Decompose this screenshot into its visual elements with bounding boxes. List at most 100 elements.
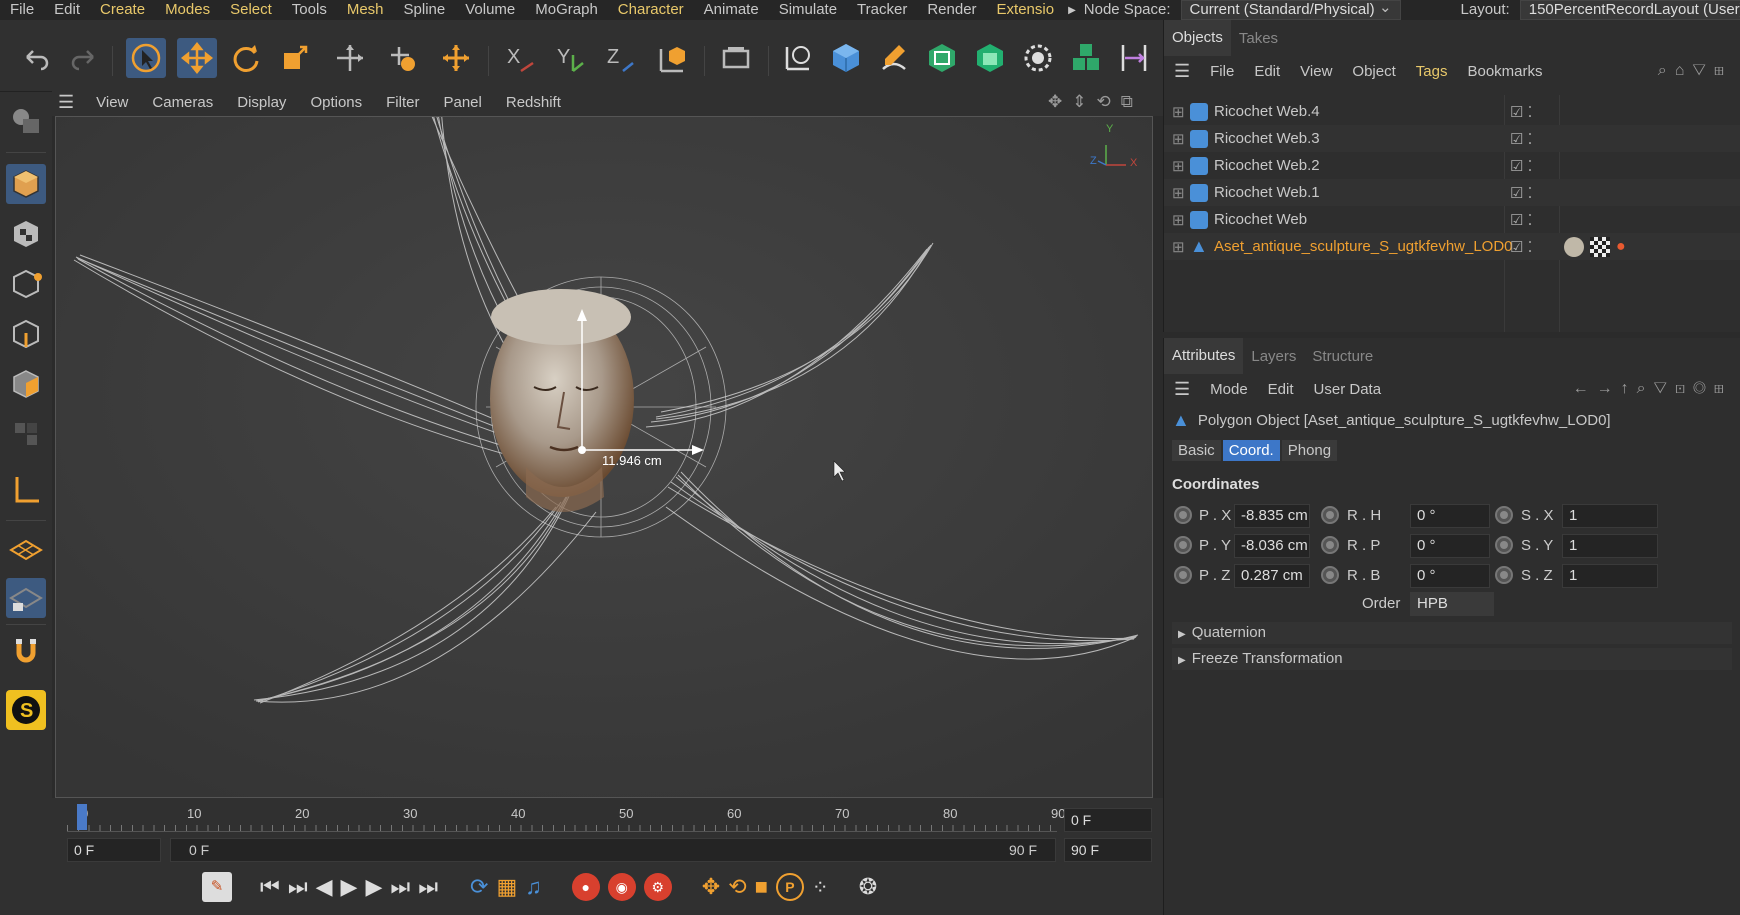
rp-field[interactable]: 0 ° (1410, 534, 1490, 558)
objects-menu-tags[interactable]: Tags (1406, 63, 1458, 80)
motion-system-icon[interactable]: ❂ (859, 874, 877, 900)
py-key-radio[interactable] (1174, 536, 1192, 554)
sx-field[interactable]: 1 (1562, 504, 1658, 528)
menu-file[interactable]: File (0, 0, 44, 20)
menu-volume[interactable]: Volume (455, 0, 525, 20)
snap-magnet-icon[interactable] (6, 632, 46, 672)
autokey-icon[interactable]: ◉ (607, 873, 636, 901)
object-row[interactable]: ⊞ Ricochet Web ☑ ⁚ (1164, 206, 1740, 233)
menu-create[interactable]: Create (90, 0, 155, 20)
sound-icon[interactable]: ♫ (525, 874, 542, 900)
world-axis-icon[interactable] (436, 38, 476, 78)
viewport-nav-icons[interactable]: ✥⇕⟲⧉ (1048, 92, 1143, 112)
play-icon[interactable]: ▶ (341, 874, 358, 900)
timeline-ruler[interactable]: 0 10 20 30 40 50 60 70 80 90 (67, 802, 1065, 832)
rb-field[interactable]: 0 ° (1410, 564, 1490, 588)
rh-key-radio[interactable] (1321, 506, 1339, 524)
transform-icon[interactable] (330, 38, 370, 78)
previous-frame-icon[interactable]: ◀ (316, 874, 333, 900)
subdivision-icon[interactable] (922, 38, 962, 78)
node-space-select[interactable]: Current (Standard/Physical) (1180, 0, 1401, 20)
objects-menu-view[interactable]: View (1290, 63, 1342, 80)
attributes-hamburger-icon[interactable]: ☰ (1164, 379, 1200, 400)
menu-modes[interactable]: Modes (155, 0, 220, 20)
quaternion-section[interactable]: ▶ Quaternion (1172, 622, 1732, 644)
viewport-menu-options[interactable]: Options (298, 94, 374, 111)
keyframe-tool-icon[interactable]: ✎ (202, 872, 232, 902)
go-to-start-icon[interactable]: ⏮ (260, 874, 280, 900)
make-editable-icon[interactable] (6, 100, 46, 140)
freeze-transformation-section[interactable]: ▶ Freeze Transformation (1172, 648, 1732, 670)
menu-tracker[interactable]: Tracker (847, 0, 917, 20)
sy-key-radio[interactable] (1495, 536, 1513, 554)
viewport-menu-filter[interactable]: Filter (374, 94, 431, 111)
tab-structure[interactable]: Structure (1304, 348, 1381, 365)
viewport-menu-view[interactable]: View (84, 94, 140, 111)
current-frame-field[interactable]: 0 F (1064, 808, 1152, 832)
loop-icon[interactable]: ⟳ (470, 874, 488, 900)
viewport-menu-redshift[interactable]: Redshift (494, 94, 573, 111)
texture-mode-icon[interactable] (6, 214, 46, 254)
record-keys-icon[interactable]: ● (571, 873, 600, 901)
attributes-menu-mode[interactable]: Mode (1200, 381, 1258, 398)
camera-icon[interactable] (778, 38, 818, 78)
uvw-tag-icon[interactable] (1590, 236, 1610, 257)
menu-character[interactable]: Character (608, 0, 694, 20)
lock-x-axis-icon[interactable]: X (502, 38, 542, 78)
object-row[interactable]: ⊞ Ricochet Web.4 ☑ ⁚ (1164, 98, 1740, 125)
attributes-toolbar-icons[interactable]: ←→↑⌕▽⊡◎⊞ (1573, 380, 1732, 398)
rp-key-radio[interactable] (1321, 536, 1339, 554)
layout-select[interactable]: 150PercentRecordLayout (User) (1519, 0, 1740, 20)
end-frame-field[interactable]: 90 F (1064, 838, 1152, 862)
menu-spline[interactable]: Spline (394, 0, 456, 20)
locked-workplane-icon[interactable] (6, 578, 46, 618)
objects-menu-file[interactable]: File (1200, 63, 1244, 80)
model-mode-icon[interactable] (6, 164, 46, 204)
start-frame-field[interactable]: 0 F (67, 838, 161, 862)
pz-key-radio[interactable] (1174, 566, 1192, 584)
key-scale-icon[interactable]: ■ (755, 874, 768, 900)
coordinate-system-icon[interactable] (652, 38, 692, 78)
object-row[interactable]: ⊞ Ricochet Web.2 ☑ ⁚ (1164, 152, 1740, 179)
py-field[interactable]: -8.036 cm (1234, 534, 1310, 558)
scale-icon[interactable] (275, 38, 315, 78)
polygons-mode-icon[interactable] (6, 364, 46, 404)
tab-takes[interactable]: Takes (1231, 30, 1286, 47)
points-mode-icon[interactable] (6, 264, 46, 304)
pen-icon[interactable] (874, 38, 914, 78)
axis-mode-icon[interactable] (6, 470, 46, 510)
extrude-icon[interactable] (970, 38, 1010, 78)
menu-select[interactable]: Select (220, 0, 282, 20)
menu-more-arrow-icon[interactable]: ▶ (1064, 5, 1080, 16)
lock-z-axis-icon[interactable]: Z (602, 38, 642, 78)
sz-field[interactable]: 1 (1562, 564, 1658, 588)
viewport-menu-display[interactable]: Display (225, 94, 298, 111)
undo-icon[interactable] (16, 38, 56, 78)
3d-viewport[interactable]: 11.946 cm Y Z X (55, 116, 1153, 798)
tab-objects[interactable]: Objects (1164, 20, 1231, 56)
objects-menu-object[interactable]: Object (1342, 63, 1405, 80)
keyframe-selection-icon[interactable]: ⚙ (643, 873, 672, 901)
subtab-coord[interactable]: Coord. (1222, 440, 1280, 461)
order-select[interactable]: HPB (1410, 592, 1494, 616)
visibility-toggle-icon[interactable]: ☑ ⁚ (1510, 238, 1532, 256)
redo-icon[interactable] (64, 38, 104, 78)
mograph-cubes-icon[interactable] (1066, 38, 1106, 78)
px-key-radio[interactable] (1174, 506, 1192, 524)
object-row[interactable]: ⊞ Ricochet Web.3 ☑ ⁚ (1164, 125, 1740, 152)
objects-menu-edit[interactable]: Edit (1244, 63, 1290, 80)
visibility-toggle-icon[interactable]: ☑ ⁚ (1510, 130, 1532, 148)
visibility-toggle-icon[interactable]: ☑ ⁚ (1510, 103, 1532, 121)
menu-mograph[interactable]: MoGraph (525, 0, 608, 20)
key-point-level-icon[interactable]: ⁘ (812, 875, 829, 900)
menu-simulate[interactable]: Simulate (769, 0, 847, 20)
place-tool-icon[interactable] (382, 38, 422, 78)
key-position-icon[interactable]: ✥ (702, 874, 720, 900)
objects-hamburger-icon[interactable]: ☰ (1164, 61, 1200, 82)
live-selection-icon[interactable] (126, 38, 166, 78)
objects-menu-bookmarks[interactable]: Bookmarks (1457, 63, 1552, 80)
objects-toolbar-icons[interactable]: ⌕⌂▽⊞ (1658, 62, 1732, 80)
attributes-menu-edit[interactable]: Edit (1258, 381, 1304, 398)
film-icon[interactable]: ▦ (496, 874, 517, 900)
menu-extensions[interactable]: Extensio (987, 0, 1065, 20)
